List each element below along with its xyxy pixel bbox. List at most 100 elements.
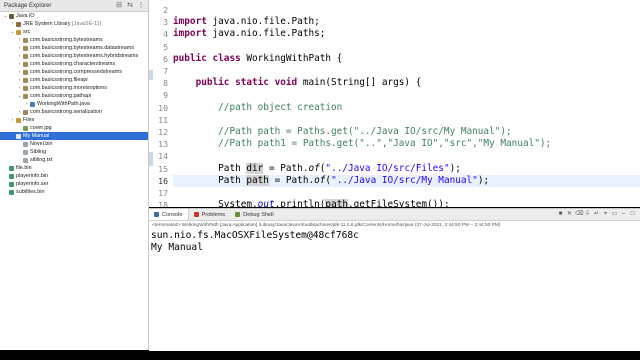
tree-item-label: cover.jpg	[30, 125, 52, 131]
tree-item-label: JRE System Library [JavaSE-11]	[23, 21, 102, 27]
line-number: 16	[158, 175, 168, 186]
tree-item[interactable]: › Files	[0, 116, 148, 124]
collapsed-arrow-icon[interactable]: ›	[17, 36, 22, 44]
tree-item[interactable]: playerinfo.ser	[0, 180, 148, 188]
tree-item-label: playerinfo.bin	[16, 173, 49, 179]
code-token: path	[325, 199, 348, 207]
collapsed-arrow-icon[interactable]: ›	[17, 60, 22, 68]
tree-item[interactable]: › com.basicsstrong.serialization	[0, 108, 148, 116]
code-token: WorkingWithPath {	[240, 52, 343, 64]
package-icon	[23, 93, 28, 99]
tree-item[interactable]: › com.basicsstrong.fileapi	[0, 76, 148, 84]
line-number: 8	[163, 78, 168, 89]
tree-item-label: sibling.txt	[30, 157, 53, 163]
tree-item-label: file.bin	[16, 165, 32, 171]
package-explorer-tab[interactable]: Package Explorer	[4, 3, 115, 9]
tree-item-label: com.basicsstrong.fileapi	[30, 77, 88, 83]
code-line: public static void main(String[] args) {	[173, 77, 640, 89]
tree-item[interactable]: playerinfo.bin	[0, 172, 148, 180]
collapsed-arrow-icon[interactable]: ›	[17, 68, 22, 76]
tree-item[interactable]: file.bin	[0, 164, 148, 172]
code-token: public static void	[195, 77, 298, 89]
code-token: Path	[173, 174, 247, 186]
tree-item[interactable]: › com.basicsstrong.bytestreams.hybridstre…	[0, 52, 148, 60]
collapsed-arrow-icon[interactable]: ›	[17, 52, 22, 60]
tree-item-label: com.basicsstrong.pathapi	[30, 93, 92, 99]
source-folder-icon	[16, 29, 21, 35]
tree-item[interactable]: ⌄ com.basicsstrong.pathapi	[0, 92, 148, 100]
file-icon	[16, 133, 21, 139]
code-token: Path	[173, 162, 247, 174]
tree-item-label: Novel.bin	[30, 141, 53, 147]
tree-item[interactable]: My Manual	[0, 132, 148, 140]
terminate-icon[interactable]: ■	[557, 210, 564, 218]
tab-problems[interactable]: Problems	[189, 209, 231, 220]
tree-item-label: playerinfo.ser	[16, 181, 49, 187]
pin-console-icon[interactable]: ⌖	[602, 210, 609, 218]
tree-item[interactable]: › com.basicsstrong.bytestreams	[0, 36, 148, 44]
tree-item[interactable]: sibling.txt	[0, 156, 148, 164]
tree-item[interactable]: › com.basicsstrong.compressedstreams	[0, 68, 148, 76]
code-line: import java.nio.file.Paths;	[173, 28, 640, 40]
tab-label: Debug Shell	[243, 211, 274, 218]
collapse-all-icon[interactable]: ⊟	[115, 2, 123, 10]
tree-item-label: com.basicsstrong.compressedstreams	[30, 69, 122, 75]
code-line: //Path path1 = Paths.get("..","Java IO",…	[173, 138, 640, 150]
collapsed-arrow-icon[interactable]: ›	[17, 108, 22, 116]
code-token: );	[477, 174, 490, 186]
tree-item[interactable]: Sibling	[0, 148, 148, 156]
expanded-arrow-icon[interactable]: ⌄	[17, 92, 22, 100]
collapsed-arrow-icon[interactable]: ›	[17, 76, 22, 84]
tree-item-label: com.basicsstrong.moreisoptions	[30, 85, 107, 91]
tab-console[interactable]: Console	[149, 209, 189, 220]
tree-item[interactable]: › com.basicsstrong.characterstreams	[0, 60, 148, 68]
code-token: //Path path1 = Paths.get("..","Java IO",…	[218, 138, 552, 150]
file-icon	[23, 149, 28, 155]
code-token: public class	[173, 52, 241, 64]
code-token: import	[173, 16, 207, 28]
code-token: );	[449, 162, 461, 174]
code-token: //path object creation	[218, 101, 343, 113]
remove-launch-icon[interactable]: ✕	[566, 210, 573, 218]
collapsed-arrow-icon[interactable]: ›	[10, 20, 15, 28]
code-line: System.out.println(path.getFileSystem())…	[173, 199, 640, 207]
tree-item[interactable]: cover.jpg	[0, 124, 148, 132]
expanded-arrow-icon[interactable]: ⌄	[3, 12, 8, 20]
link-editor-icon[interactable]: ⇆	[126, 2, 134, 10]
tree-item[interactable]: ⌄ Java IO	[0, 12, 148, 20]
view-menu-icon[interactable]: ⋮	[137, 2, 145, 10]
tree-item[interactable]: Novel.bin	[0, 140, 148, 148]
clear-console-icon[interactable]: ⌫	[575, 210, 583, 218]
minimize-icon[interactable]: –	[620, 210, 627, 218]
package-icon	[23, 109, 28, 115]
tab-debug-shell[interactable]: Debug Shell	[230, 209, 278, 220]
collapsed-arrow-icon[interactable]: ›	[10, 116, 15, 124]
code-editor[interactable]: 234567891011121314151617181920 import ja…	[149, 0, 640, 207]
line-number: 10	[158, 102, 168, 113]
scroll-lock-icon[interactable]: ⇩	[584, 210, 591, 218]
display-console-icon[interactable]: ▭	[611, 210, 618, 218]
code-token: = Path.	[268, 174, 315, 186]
maximize-icon[interactable]: □	[629, 210, 636, 218]
collapsed-arrow-icon[interactable]: ›	[24, 100, 29, 108]
tree-item[interactable]: subtitles.bin	[0, 188, 148, 196]
line-number: 6	[163, 53, 168, 64]
tree-item[interactable]: ⌄ src	[0, 28, 148, 36]
code-token: dir	[246, 162, 264, 174]
package-icon	[23, 69, 28, 75]
word-wrap-icon[interactable]: ↵	[593, 210, 600, 218]
line-number: 18	[158, 200, 168, 207]
code-token: of	[314, 174, 326, 186]
tree-item[interactable]: › WorkingWithPath.java	[0, 100, 148, 108]
collapsed-arrow-icon[interactable]: ›	[17, 44, 22, 52]
expanded-arrow-icon[interactable]: ⌄	[10, 28, 15, 36]
tree-item[interactable]: › com.basicsstrong.bytestreams.datastream…	[0, 44, 148, 52]
collapsed-arrow-icon[interactable]: ›	[17, 84, 22, 92]
tree-item[interactable]: › JRE System Library [JavaSE-11]	[0, 20, 148, 28]
console-output[interactable]: sun.nio.fs.MacOSXFileSystem@48cf768c My M…	[149, 230, 640, 254]
tree-item[interactable]: › com.basicsstrong.moreisoptions	[0, 84, 148, 92]
console-tab-bar: Console Problems Debug Shell ■ ✕ ⌫ ⇩ ↵ ⌖ ▭…	[149, 209, 640, 221]
